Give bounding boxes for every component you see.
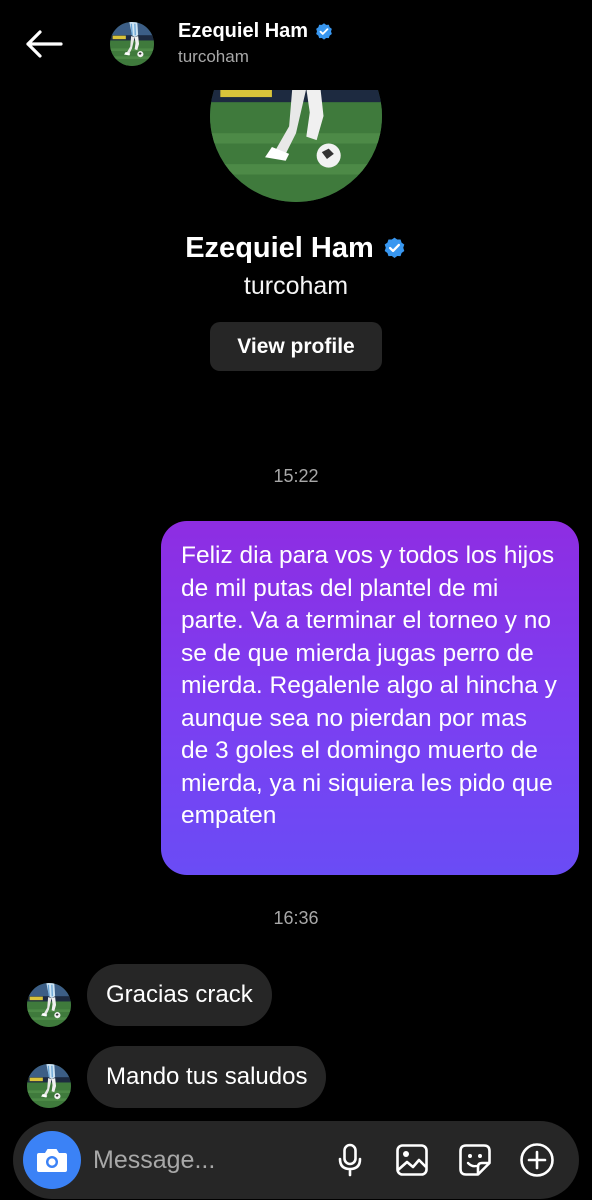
sender-avatar[interactable] <box>27 1064 71 1108</box>
more-options-button[interactable] <box>518 1141 556 1179</box>
verified-badge-icon <box>316 22 332 40</box>
avatar-photo <box>27 983 71 1027</box>
avatar-photo <box>110 22 154 66</box>
message-composer <box>13 1121 579 1199</box>
incoming-message[interactable]: Gracias crack <box>87 964 272 1026</box>
gallery-icon <box>396 1144 428 1176</box>
sticker-icon <box>459 1144 491 1176</box>
verified-badge-icon <box>384 237 405 258</box>
header-avatar[interactable] <box>110 22 154 66</box>
arrow-left-icon <box>26 30 63 58</box>
voice-message-button[interactable] <box>331 1141 369 1179</box>
view-profile-button[interactable]: View profile <box>210 322 382 371</box>
header-name[interactable]: Ezequiel Ham <box>178 20 334 43</box>
header-name-text: Ezequiel Ham <box>178 20 309 42</box>
back-button[interactable] <box>18 22 68 66</box>
profile-name: Ezequiel Ham <box>0 232 592 265</box>
header-username: turcoham <box>178 47 249 66</box>
avatar-photo <box>27 1064 71 1108</box>
plus-icon <box>520 1143 554 1177</box>
chat-header: Ezequiel Ham turcoham <box>0 0 592 90</box>
message-timestamp: 16:36 <box>273 908 319 928</box>
camera-button[interactable] <box>23 1131 81 1189</box>
profile-name-text: Ezequiel Ham <box>185 232 374 264</box>
profile-username: turcoham <box>243 272 349 300</box>
microphone-icon <box>338 1143 362 1177</box>
incoming-message[interactable]: Mando tus saludos <box>87 1046 327 1108</box>
sticker-button[interactable] <box>456 1141 494 1179</box>
outgoing-message[interactable]: Feliz dia para vos y todos los hijos de … <box>161 521 579 875</box>
message-input[interactable] <box>93 1141 313 1179</box>
gallery-button[interactable] <box>393 1141 431 1179</box>
message-timestamp: 15:22 <box>273 466 319 486</box>
camera-icon <box>37 1149 67 1172</box>
sender-avatar[interactable] <box>27 983 71 1027</box>
